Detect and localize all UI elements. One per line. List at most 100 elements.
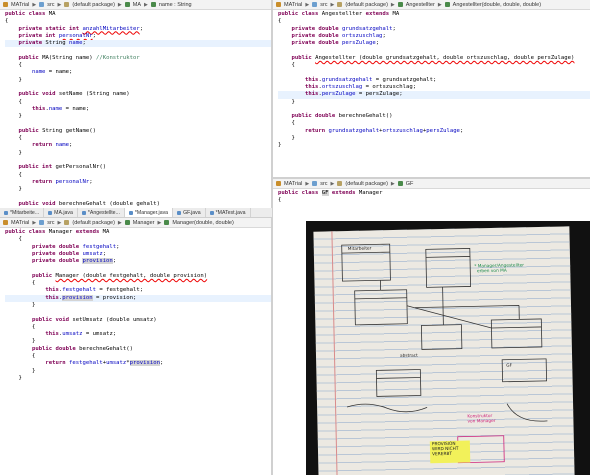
- code-line[interactable]: private double grundsatzgehalt;: [278, 26, 590, 33]
- code-line[interactable]: public class Angestellter extends MA: [278, 11, 590, 18]
- code-line[interactable]: public int getPersonalNr(): [5, 164, 271, 171]
- code-line[interactable]: {: [5, 135, 271, 142]
- code-line[interactable]: public double berechneGehalt(): [5, 346, 271, 353]
- code-line[interactable]: {: [5, 18, 271, 25]
- code-line[interactable]: this.provision = provision;: [5, 294, 271, 302]
- code-line[interactable]: name = name;: [5, 69, 271, 76]
- code-line[interactable]: {: [5, 62, 271, 69]
- code-line[interactable]: private double umsatz;: [5, 251, 271, 258]
- code-area[interactable]: public class MA{ private static int anza…: [0, 10, 271, 207]
- editor-tab[interactable]: MA.java: [44, 208, 78, 217]
- code-line[interactable]: private double festgehalt;: [5, 244, 271, 251]
- code-line[interactable]: private String name;: [5, 40, 271, 48]
- code-line[interactable]: [5, 157, 271, 164]
- code-line[interactable]: private double provision;: [5, 258, 271, 265]
- code-line[interactable]: private static int anzahlMitarbeiter;: [5, 26, 271, 33]
- editor-manager[interactable]: MATrial ▶ src ▶ (default package) ▶ Manager ▶ Ma…: [0, 218, 271, 475]
- code-line[interactable]: public Angestellter (double grundsatzgeh…: [278, 55, 590, 62]
- code-line[interactable]: [5, 47, 271, 54]
- code-line[interactable]: }: [5, 186, 271, 193]
- code-line[interactable]: {: [278, 120, 590, 127]
- code-line[interactable]: return grundsatzgehalt+ortszuschlag+pers…: [278, 128, 590, 135]
- code-line[interactable]: return personalNr;: [5, 179, 271, 186]
- breadcrumb-item[interactable]: (default package): [72, 220, 115, 226]
- code-line[interactable]: public String getName(): [5, 128, 271, 135]
- code-line[interactable]: [278, 106, 590, 113]
- code-line[interactable]: {: [278, 197, 590, 204]
- code-line[interactable]: private double persZulage;: [278, 40, 590, 47]
- breadcrumb-item[interactable]: Angestellter(double, double, double): [453, 2, 541, 8]
- code-line[interactable]: {: [5, 99, 271, 106]
- breadcrumb-item[interactable]: MATrial: [284, 2, 302, 8]
- editor-angestellter[interactable]: MATrial ▶ src ▶ (default package) ▶ Angestellt…: [273, 0, 590, 177]
- code-line[interactable]: [5, 120, 271, 127]
- code-line[interactable]: {: [5, 353, 271, 360]
- editor-tab[interactable]: *Mitarbeite...: [0, 208, 45, 217]
- code-line[interactable]: public double berechneGehalt(): [278, 113, 590, 120]
- code-line[interactable]: public class GF extends Manager: [278, 190, 590, 197]
- code-area[interactable]: public class Manager extends MA { privat…: [0, 228, 271, 382]
- code-line[interactable]: [278, 69, 590, 76]
- code-line[interactable]: this.grundsatzgehalt = grundsatzgehalt;: [278, 77, 590, 84]
- editor-tab[interactable]: *MATest.java: [206, 208, 251, 217]
- code-line[interactable]: public void setName (String name): [5, 91, 271, 98]
- breadcrumb-item[interactable]: Angestellter: [406, 2, 435, 8]
- code-line[interactable]: [5, 193, 271, 200]
- code-area[interactable]: public class Angestellter extends MA { pr…: [273, 10, 590, 150]
- code-line[interactable]: }: [278, 142, 590, 149]
- code-line[interactable]: this.umsatz = umsatz;: [5, 331, 271, 338]
- code-line[interactable]: [5, 84, 271, 91]
- code-line[interactable]: public MA(String name) //Konstruktor: [5, 55, 271, 62]
- code-line[interactable]: return name;: [5, 142, 271, 149]
- breadcrumb-item[interactable]: name : String: [159, 2, 192, 8]
- editor-ma[interactable]: MATrial ▶ src ▶ (default package) ▶ MA ▶ name : …: [0, 0, 271, 207]
- code-line[interactable]: [5, 309, 271, 316]
- code-line[interactable]: }: [278, 135, 590, 142]
- code-line[interactable]: this.ortszuschlag = ortszuschlag;: [278, 84, 590, 91]
- code-line[interactable]: }: [5, 150, 271, 157]
- code-area[interactable]: public class GF extends Manager{: [273, 189, 590, 212]
- editor-gf[interactable]: MATrial ▶ src ▶ (default package) ▶ GF public …: [273, 179, 590, 219]
- code-line[interactable]: public void setUmsatz (double umsatz): [5, 317, 271, 324]
- code-line[interactable]: {: [5, 172, 271, 179]
- breadcrumb-item[interactable]: src: [320, 181, 327, 187]
- code-line[interactable]: }: [5, 302, 271, 309]
- code-line[interactable]: private int personalNr;: [5, 33, 271, 40]
- code-line[interactable]: {: [5, 324, 271, 331]
- code-line[interactable]: public void berechneGehalt (double gehal…: [5, 201, 271, 207]
- breadcrumb-item[interactable]: MATrial: [11, 220, 29, 226]
- editor-tab[interactable]: GF.java: [173, 208, 206, 217]
- breadcrumb-item[interactable]: MATrial: [11, 2, 29, 8]
- editor-tab[interactable]: *Angestellte...: [78, 208, 125, 217]
- code-line[interactable]: {: [5, 236, 271, 243]
- code-line[interactable]: public Manager (double festgehalt, doubl…: [5, 273, 271, 280]
- code-line[interactable]: [5, 265, 271, 272]
- breadcrumb-item[interactable]: Manager: [133, 220, 155, 226]
- breadcrumb-item[interactable]: Manager(double, double): [172, 220, 233, 226]
- breadcrumb-item[interactable]: (default package): [72, 2, 115, 8]
- breadcrumb-item[interactable]: src: [47, 220, 54, 226]
- breadcrumb-item[interactable]: src: [47, 2, 54, 8]
- breadcrumb-item[interactable]: (default package): [345, 181, 388, 187]
- code-line[interactable]: this.name = name;: [5, 106, 271, 113]
- breadcrumb-item[interactable]: (default package): [345, 2, 388, 8]
- code-line[interactable]: {: [5, 280, 271, 287]
- editor-tab[interactable]: *Manager.java: [124, 208, 174, 217]
- code-line[interactable]: private double ortszuschlag;: [278, 33, 590, 40]
- code-line[interactable]: }: [5, 338, 271, 345]
- breadcrumb-item[interactable]: src: [320, 2, 327, 8]
- code-line[interactable]: [278, 47, 590, 54]
- code-line[interactable]: this.persZulage = persZulage;: [278, 91, 590, 99]
- code-line[interactable]: }: [5, 375, 271, 382]
- code-line[interactable]: }: [278, 99, 590, 106]
- code-line[interactable]: }: [5, 77, 271, 84]
- breadcrumb-item[interactable]: MA: [133, 2, 141, 8]
- code-line[interactable]: this.festgehalt = festgehalt;: [5, 287, 271, 294]
- code-line[interactable]: return festgehalt+umsatz*provision;: [5, 360, 271, 367]
- code-line[interactable]: public class Manager extends MA: [5, 229, 271, 236]
- code-line[interactable]: }: [5, 368, 271, 375]
- breadcrumb-item[interactable]: GF: [406, 181, 414, 187]
- code-line[interactable]: public class MA: [5, 11, 271, 18]
- code-line[interactable]: [278, 205, 590, 212]
- code-line[interactable]: {: [278, 62, 590, 69]
